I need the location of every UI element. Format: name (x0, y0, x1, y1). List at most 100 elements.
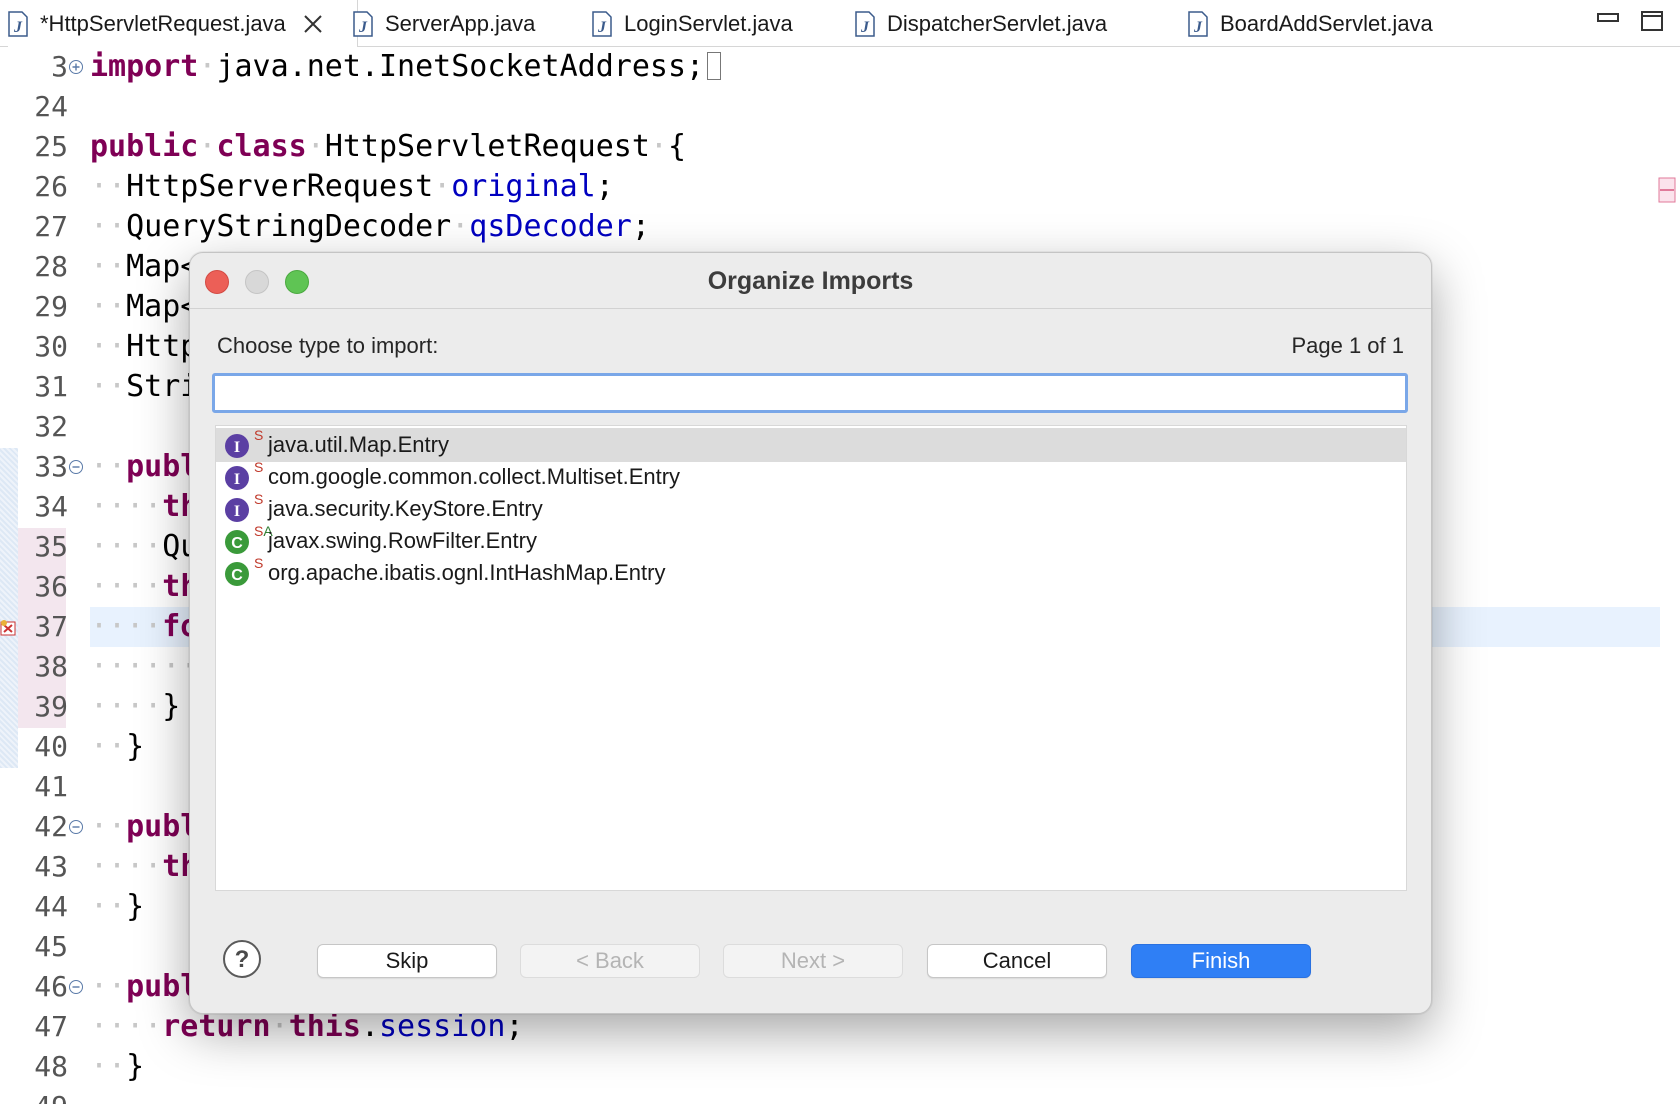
page-indicator: Page 1 of 1 (1291, 333, 1404, 358)
code-text: ··} (90, 1049, 145, 1084)
line-number: 39 (34, 690, 68, 723)
code-text: ··} (90, 729, 145, 764)
next-button[interactable]: Next > (723, 944, 903, 978)
item-label: com.google.common.collect.Multiset.Entry (268, 464, 681, 489)
tab-serverapp[interactable]: J ServerApp.java (353, 0, 535, 47)
line-number: 43 (34, 850, 68, 883)
line-number: 36 (34, 570, 68, 603)
static-badge: S (254, 555, 264, 571)
tab-label: *HttpServletRequest.java (40, 10, 286, 36)
list-item[interactable]: I S java.security.KeyStore.Entry (216, 492, 1406, 526)
code-text: ··publ (90, 969, 199, 1004)
collapse-fold-icon[interactable] (68, 979, 84, 995)
line-number: 38 (34, 650, 68, 683)
tab-boardaddservlet[interactable]: J BoardAddServlet.java (1188, 0, 1433, 47)
code-text: ··HttpServerRequest·original; (90, 169, 614, 204)
tab-label: ServerApp.java (385, 10, 536, 36)
minimize-icon[interactable] (1596, 10, 1620, 32)
item-label: java.util.Map.Entry (268, 432, 449, 457)
line-number: 31 (34, 370, 68, 403)
code-text: ····} (90, 689, 181, 724)
collapse-fold-icon[interactable] (68, 459, 84, 475)
svg-text:I: I (234, 503, 240, 520)
code-text: ····th (90, 849, 199, 884)
line-number: 44 (34, 890, 68, 923)
svg-text:I: I (234, 439, 240, 456)
tab-label: LoginServlet.java (624, 10, 793, 36)
line-number: 32 (34, 410, 68, 443)
java-file-icon: J (8, 10, 28, 37)
line-number: 37 (34, 610, 68, 643)
svg-text:J: J (597, 19, 607, 36)
line-number: 48 (34, 1050, 68, 1083)
line-number: 46 (34, 970, 68, 1003)
code-text: ····fo (90, 609, 199, 644)
code-text: import·java.net.InetSocketAddress; (90, 47, 722, 87)
code-text: ··Stri (90, 369, 199, 404)
svg-text:C: C (231, 567, 243, 584)
list-item[interactable]: I S java.util.Map.Entry (216, 428, 1406, 462)
line-number: 41 (34, 770, 68, 803)
line-number: 40 (34, 730, 68, 763)
line-number: 29 (34, 290, 68, 323)
code-line: 49 (0, 1087, 1680, 1104)
svg-text:I: I (234, 471, 240, 488)
class-icon: C (224, 529, 250, 555)
code-text: ····th (90, 569, 199, 604)
type-candidates-list[interactable]: I S java.util.Map.Entry I S com.google.c… (215, 425, 1407, 891)
back-button[interactable]: < Back (520, 944, 700, 978)
tab-loginservlet[interactable]: J LoginServlet.java (592, 0, 793, 47)
line-number: 45 (34, 930, 68, 963)
java-file-icon: J (353, 10, 373, 37)
line-number: 24 (34, 90, 68, 123)
item-label: org.apache.ibatis.ognl.IntHashMap.Entry (268, 560, 666, 585)
code-text: ··Map< (90, 289, 199, 324)
code-text: ··Http (90, 329, 199, 364)
tab-label: BoardAddServlet.java (1220, 10, 1433, 36)
skip-button[interactable]: Skip (317, 944, 497, 978)
tab-label: DispatcherServlet.java (887, 10, 1108, 36)
list-item[interactable]: C SA javax.swing.RowFilter.Entry (216, 524, 1406, 558)
list-item[interactable]: I S com.google.common.collect.Multiset.E… (216, 460, 1406, 494)
cancel-button[interactable]: Cancel (927, 944, 1107, 978)
code-text: ··publ (90, 449, 199, 484)
java-file-icon: J (592, 10, 612, 37)
code-text: ··Map< (90, 249, 199, 284)
close-icon[interactable] (302, 13, 324, 35)
collapse-fold-icon[interactable] (68, 819, 84, 835)
help-icon[interactable]: ? (222, 939, 262, 979)
code-line: 25 public·class·HttpServletRequest·{ (0, 127, 1680, 167)
static-badge: S (254, 459, 264, 475)
maximize-icon[interactable] (1640, 10, 1664, 32)
dialog-title: Organize Imports (707, 267, 914, 295)
code-text: ····Qu (90, 529, 199, 564)
code-line: 26 ··HttpServerRequest·original; (0, 167, 1680, 207)
code-line: 48 ··} (0, 1047, 1680, 1087)
static-badge: S (254, 491, 264, 507)
code-text: ··publ (90, 809, 199, 844)
import-prompt-label: Choose type to import: (217, 333, 439, 358)
list-item[interactable]: C S org.apache.ibatis.ognl.IntHashMap.En… (216, 556, 1406, 590)
code-line: 27 ··QueryStringDecoder·qsDecoder; (0, 207, 1680, 247)
code-text: ··QueryStringDecoder·qsDecoder; (90, 209, 650, 244)
expand-fold-icon[interactable] (68, 59, 84, 75)
svg-text:J: J (358, 19, 368, 36)
line-number: 30 (34, 330, 68, 363)
code-text: ····th (90, 489, 199, 524)
static-badge: S (254, 427, 264, 443)
code-line: 24 (0, 87, 1680, 127)
tab-httpservletrequest[interactable]: J *HttpServletRequest.java (8, 0, 358, 47)
line-number: 42 (34, 810, 68, 843)
interface-icon: I (224, 433, 250, 459)
type-filter-input[interactable] (212, 373, 1408, 413)
svg-text:J: J (860, 19, 870, 36)
code-text: ··} (90, 889, 145, 924)
tab-dispatcherservlet[interactable]: J DispatcherServlet.java (855, 0, 1107, 47)
code-text: public·class·HttpServletRequest·{ (90, 129, 687, 164)
svg-text:J: J (1193, 19, 1203, 36)
line-number: 47 (34, 1010, 68, 1043)
line-number: 25 (34, 130, 68, 163)
svg-text:C: C (231, 535, 243, 552)
svg-text:?: ? (235, 946, 250, 973)
finish-button[interactable]: Finish (1131, 944, 1311, 978)
